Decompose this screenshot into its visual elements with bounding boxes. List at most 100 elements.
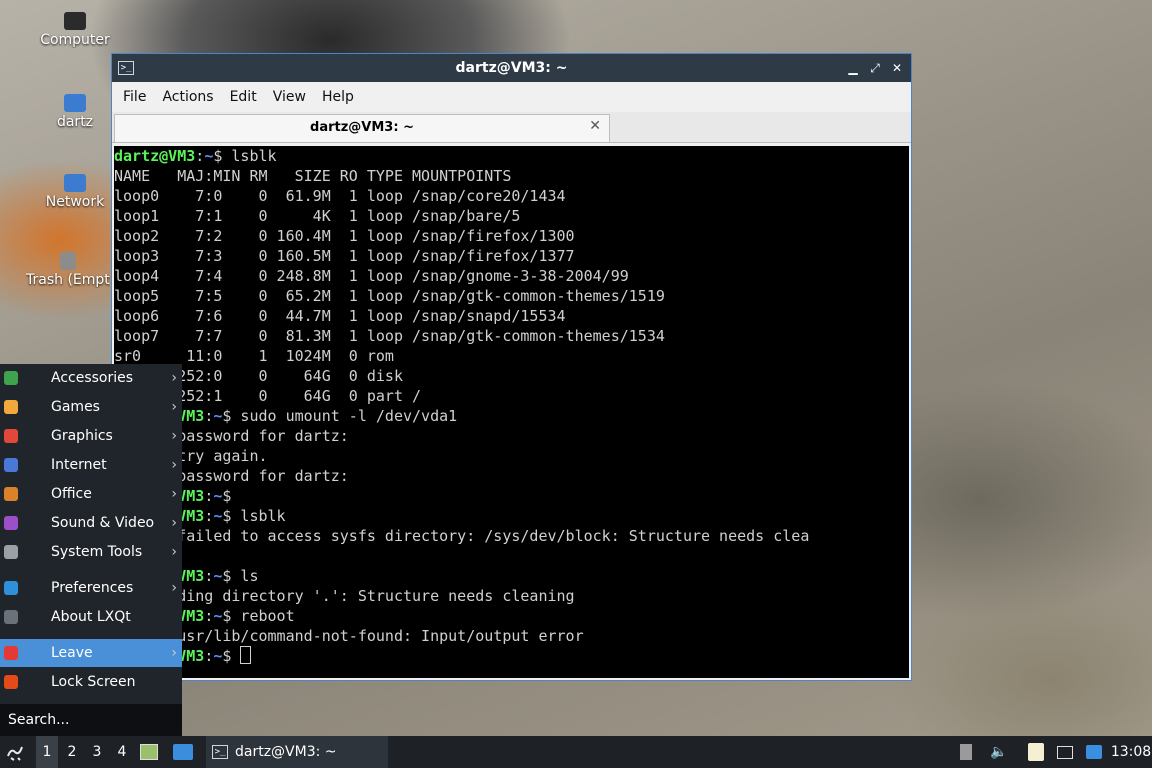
terminal-window[interactable]: >_ dartz@VM3: ~ ▁ ⤢ ✕ File Actions Edit … (111, 53, 912, 681)
lock-icon (4, 675, 18, 689)
desktop-icon-label: Computer (40, 32, 110, 48)
menu-file[interactable]: File (116, 89, 153, 105)
close-button[interactable]: ✕ (889, 60, 905, 76)
menu-item-label: Lock Screen (51, 674, 136, 690)
menu-item-label: Accessories (51, 370, 134, 386)
chevron-right-icon: › (171, 399, 177, 415)
chevron-right-icon: › (171, 580, 177, 596)
preferences-icon (4, 581, 18, 595)
terminal-text: loop3 7:3 0 160.5M 1 loop /snap/firefox/… (114, 247, 575, 265)
start-menu: Search... Accessories › Games › Graphics › Int… (0, 364, 182, 736)
menu-item-office[interactable]: Office › (0, 480, 182, 508)
prompt-separator: : (204, 487, 214, 505)
terminal-line: loop7 7:7 0 81.3M 1 loop /snap/gtk-commo… (114, 326, 909, 346)
chevron-right-icon: › (171, 486, 177, 502)
tab-label: dartz@VM3: ~ (310, 120, 414, 135)
command-text: $ (222, 647, 241, 665)
window-title: dartz@VM3: ~ (455, 60, 568, 76)
clipboard-icon[interactable] (1026, 736, 1046, 768)
workspace-2[interactable]: 2 (61, 736, 83, 768)
terminal-line: failed to access sysfs directory: /sys/d… (114, 526, 909, 546)
trash-icon (60, 252, 76, 270)
prompt-separator: : (204, 507, 214, 525)
lxqt-logo-icon (7, 746, 23, 761)
tab-terminal[interactable]: dartz@VM3: ~ ✕ (114, 114, 610, 142)
menu-help[interactable]: Help (315, 89, 361, 105)
minimize-button[interactable]: ▁ (845, 60, 861, 76)
workspace-1[interactable]: 1 (36, 736, 58, 768)
terminal-line: VM3:~$ lsblk (114, 506, 909, 526)
removable-media-icon[interactable] (958, 736, 974, 768)
tab-bar: dartz@VM3: ~ ✕ (112, 112, 911, 143)
maximize-button[interactable]: ⤢ (867, 60, 883, 76)
menu-item-about-lxqt[interactable]: About LXQt (0, 603, 182, 631)
terminal-line: loop5 7:5 0 65.2M 1 loop /snap/gtk-commo… (114, 286, 909, 306)
terminal-line: loop0 7:0 0 61.9M 1 loop /snap/core20/14… (114, 186, 909, 206)
prompt-user: dartz@VM3 (114, 147, 196, 165)
menu-item-preferences[interactable]: Preferences › (0, 574, 182, 602)
start-menu-button[interactable] (2, 736, 28, 768)
desktop-icon-network[interactable]: Network (32, 174, 118, 210)
command-text: $ lsblk (213, 147, 277, 165)
workspace-4[interactable]: 4 (111, 736, 133, 768)
menu-item-label: Leave (51, 645, 93, 661)
terminal-text: loop6 7:6 0 44.7M 1 loop /snap/snapd/155… (114, 307, 566, 325)
command-text: $ ls (222, 567, 259, 585)
menu-item-leave[interactable]: Leave › (0, 639, 182, 667)
terminal-text: sr0 11:0 1 1024M 0 rom (114, 347, 394, 365)
menu-item-label: About LXQt (51, 609, 131, 625)
terminal-line: loop4 7:4 0 248.8M 1 loop /snap/gnome-3-… (114, 266, 909, 286)
terminal-line: password for dartz: (114, 426, 909, 446)
terminal-text: ding directory '.': Structure needs clea… (114, 587, 575, 605)
clock[interactable]: 13:08 (1111, 736, 1151, 768)
menu-actions[interactable]: Actions (155, 89, 220, 105)
window-titlebar[interactable]: >_ dartz@VM3: ~ ▁ ⤢ ✕ (112, 54, 911, 82)
terminal-output[interactable]: dartz@VM3:~$ lsblk NAME MAJ:MIN RM SIZE R… (114, 146, 909, 678)
taskbar-task-terminal[interactable]: >_ dartz@VM3: ~ (206, 736, 388, 768)
menu-item-system-tools[interactable]: System Tools › (0, 538, 182, 566)
menu-item-label: System Tools (51, 544, 143, 560)
terminal-line: VM3:~$ reboot (114, 606, 909, 626)
show-desktop-icon[interactable] (138, 736, 160, 768)
chevron-right-icon: › (171, 645, 177, 661)
terminal-line: NAME MAJ:MIN RM SIZE RO TYPE MOUNTPOINTS (114, 166, 909, 186)
menu-view[interactable]: View (266, 89, 313, 105)
command-text: $ lsblk (222, 507, 286, 525)
desktop-icon-home[interactable]: dartz (32, 94, 118, 130)
command-text: $ (222, 487, 232, 505)
menu-edit[interactable]: Edit (223, 89, 264, 105)
desktop-icon-computer[interactable]: Computer (32, 12, 118, 48)
games-icon (4, 400, 18, 414)
tab-close-icon[interactable]: ✕ (589, 118, 601, 134)
terminal-icon: >_ (212, 745, 228, 759)
home-folder-icon (64, 94, 86, 112)
prompt-separator: : (204, 607, 214, 625)
menubar: File Actions Edit View Help (112, 82, 911, 112)
terminal-line: VM3:~$ ls (114, 566, 909, 586)
command-text: $ sudo umount -l /dev/vda1 (222, 407, 458, 425)
prompt-separator: : (204, 647, 214, 665)
menu-search-input[interactable]: Search... (0, 704, 182, 736)
volume-icon[interactable]: 🔈 (988, 736, 1010, 768)
notification-icon[interactable] (1084, 736, 1104, 768)
menu-item-label: Games (51, 399, 100, 415)
terminal-line: loop6 7:6 0 44.7M 1 loop /snap/snapd/155… (114, 306, 909, 326)
menu-item-internet[interactable]: Internet › (0, 451, 182, 479)
menu-item-games[interactable]: Games › (0, 393, 182, 421)
desktop-icon-trash[interactable]: Trash (Empty) (26, 252, 110, 288)
prompt-separator: : (204, 407, 214, 425)
keyboard-icon[interactable] (1056, 736, 1074, 768)
terminal-line: loop3 7:3 0 160.5M 1 loop /snap/firefox/… (114, 246, 909, 266)
menu-item-lock-screen[interactable]: Lock Screen (0, 668, 182, 696)
power-icon (4, 646, 18, 660)
sound-video-icon (4, 516, 18, 530)
terminal-text: loop0 7:0 0 61.9M 1 loop /snap/core20/14… (114, 187, 566, 205)
terminal-text: usr/lib/command-not-found: Input/output … (114, 627, 584, 645)
menu-item-accessories[interactable]: Accessories › (0, 364, 182, 392)
menu-item-graphics[interactable]: Graphics › (0, 422, 182, 450)
prompt-path: ~ (204, 147, 214, 165)
menu-item-sound-video[interactable]: Sound & Video › (0, 509, 182, 537)
terminal-text: loop4 7:4 0 248.8M 1 loop /snap/gnome-3-… (114, 267, 629, 285)
file-manager-icon[interactable] (171, 736, 195, 768)
workspace-3[interactable]: 3 (86, 736, 108, 768)
